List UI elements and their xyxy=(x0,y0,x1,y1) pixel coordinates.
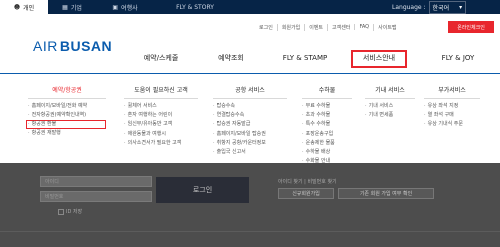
find-account-links[interactable]: 아이디 찾기 | 비밀번호 찾기 xyxy=(278,178,337,185)
menu-heading: 수하물 xyxy=(302,85,352,99)
language-dropdown[interactable]: 한국어 ▾ xyxy=(428,0,467,14)
menu-item[interactable]: 탑승수속 xyxy=(213,102,287,111)
menu-item[interactable]: 특수 수하물 xyxy=(302,120,352,129)
login-link[interactable]: 로그인 xyxy=(255,24,277,31)
menu-item[interactable]: 유상 좌석 지정 xyxy=(424,102,480,111)
menu-col-reservation: 예약/항공권 홈페이지/모바일/전화 예약 전자항공권(예약확인내역) 항공권 … xyxy=(26,85,106,139)
menu-item[interactable]: 기내 서비스 xyxy=(365,102,415,111)
online-checkin-button[interactable]: 온라인체크인 xyxy=(448,21,494,33)
menu-col-baggage: 수하물 무료 수하물 초과 수하물 특수 수하물 포장운송구입 운송제한 물품 … xyxy=(302,85,352,166)
remember-id-checkbox[interactable]: ID 저장 xyxy=(58,208,82,215)
nav-highlight-box xyxy=(351,50,407,68)
menu-item[interactable]: 애완동물과 여행시 xyxy=(124,130,198,139)
menu-item[interactable]: 홈페이지/모바일 탑승권 xyxy=(213,130,287,139)
tab-travel-agency[interactable]: ▣ 여행사 xyxy=(96,0,154,14)
sitemap-link[interactable]: 사이트맵 xyxy=(373,23,400,31)
nav-reservation-lookup[interactable]: 예약조회 xyxy=(206,52,256,64)
menu-col-extras: 부가서비스 유상 좌석 지정 열 좌석 구매 유상 기내식 주문 xyxy=(424,85,480,130)
checkbox-icon xyxy=(58,208,64,215)
login-button[interactable]: 로그인 xyxy=(156,177,249,203)
existing-member-check-button[interactable]: 기존 회원 가입 여부 확인 xyxy=(338,188,434,199)
customer-center-link[interactable]: 고객센터 xyxy=(327,23,354,31)
faq-link[interactable]: FAQ xyxy=(354,24,373,30)
menu-item[interactable]: 항공권 재발행 xyxy=(28,129,106,138)
menu-item[interactable]: 홈페이지/모바일/전화 예약 xyxy=(28,102,106,111)
menu-col-inflight: 기내 서비스 기내 서비스 기내 면세품 xyxy=(365,85,415,120)
menu-col-assistance: 도움이 필요하신 고객 휠체어 서비스 혼자 여행하는 어린이 임신부/유아동반… xyxy=(124,85,198,148)
menu-item[interactable]: 운송제한 물품 xyxy=(302,139,352,148)
menu-item[interactable]: 포장운송구입 xyxy=(302,130,352,139)
menu-item[interactable]: 열 좌석 구매 xyxy=(424,111,480,120)
suitcase-icon: ▣ xyxy=(112,3,119,11)
nav-reservation-schedule[interactable]: 예약/스케줄 xyxy=(128,52,194,64)
air-busan-logo[interactable]: AIR BUSAN xyxy=(33,38,112,54)
menu-item[interactable]: 전자항공권(예약확인내역) xyxy=(28,111,106,120)
menu-heading: 부가서비스 xyxy=(424,85,480,99)
menu-item[interactable]: 기내 면세품 xyxy=(365,111,415,120)
menu-item[interactable]: 유상 기내식 주문 xyxy=(424,120,480,129)
menu-col-airport: 공항 서비스 탑승수속 연결탑승수속 탑승권 자동발급 홈페이지/모바일 탑승권… xyxy=(213,85,287,157)
id-input[interactable]: 아이디 xyxy=(40,176,152,187)
menu-item[interactable]: 임신부/유아동반 고객 xyxy=(124,120,198,129)
menu-heading: 기내 서비스 xyxy=(365,85,415,99)
new-signup-button[interactable]: 신규회원가입 xyxy=(278,188,334,199)
person-icon: ☻ xyxy=(13,3,21,11)
menu-item[interactable]: 연결탑승수속 xyxy=(213,111,287,120)
nav-fly-joy[interactable]: FLY & JOY xyxy=(428,52,488,64)
signup-link[interactable]: 회원가입 xyxy=(276,23,304,31)
menu-item[interactable]: 의사소견서가 필요한 고객 xyxy=(124,139,198,148)
building-icon: ▦ xyxy=(62,3,68,11)
menu-item[interactable]: 무료 수하물 xyxy=(302,102,352,111)
tab-personal[interactable]: ☻ 개인 xyxy=(0,0,48,14)
menu-item[interactable]: 출입국 신고서 xyxy=(213,148,287,157)
menu-item-refund[interactable]: 항공권 환불 xyxy=(26,120,106,130)
menu-heading: 예약/항공권 xyxy=(28,85,106,99)
nav-fly-stamp[interactable]: FLY & STAMP xyxy=(274,52,336,64)
utility-links: 로그인 회원가입 이벤트 고객센터 FAQ 사이트맵 xyxy=(255,22,401,32)
menu-item[interactable]: 탑승권 자동발급 xyxy=(213,120,287,129)
menu-item[interactable]: 초과 수하물 xyxy=(302,111,352,120)
tab-fly-story[interactable]: FLY & STORY xyxy=(160,0,230,14)
menu-item[interactable]: 수하물 배상 xyxy=(302,148,352,157)
chevron-down-icon: ▾ xyxy=(459,3,463,11)
menu-item[interactable]: 혼자 여행하는 어린이 xyxy=(124,111,198,120)
divider xyxy=(0,231,500,232)
menu-heading: 공항 서비스 xyxy=(213,85,287,99)
menu-item[interactable]: 취항지 공항/카운터정보 xyxy=(213,139,287,148)
language-selector[interactable]: Language : 한국어 ▾ xyxy=(392,0,467,14)
password-input[interactable]: 비밀번호 xyxy=(40,191,152,202)
event-link[interactable]: 이벤트 xyxy=(304,23,327,31)
menu-item[interactable]: 휠체어 서비스 xyxy=(124,102,198,111)
tab-business[interactable]: ▦ 기업 xyxy=(48,0,96,14)
menu-heading: 도움이 필요하신 고객 xyxy=(124,85,198,99)
